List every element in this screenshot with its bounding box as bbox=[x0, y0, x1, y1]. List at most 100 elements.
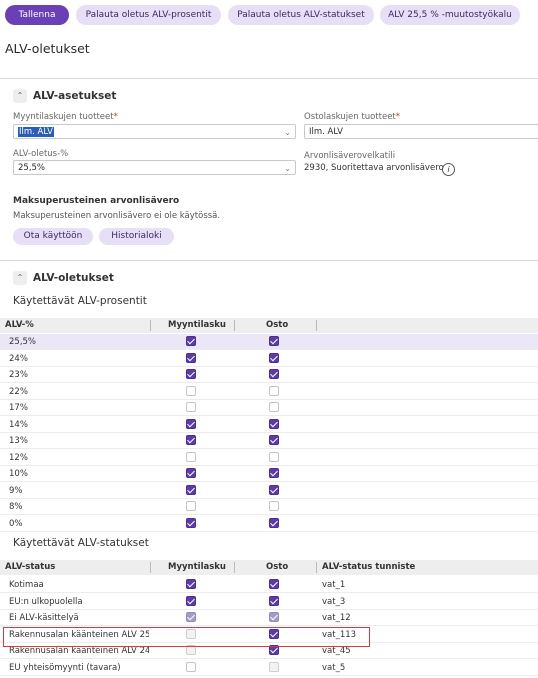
sales-invoice-checkbox[interactable] bbox=[186, 385, 196, 396]
purchase-checkbox[interactable] bbox=[269, 369, 279, 379]
vat-rate-cell: 12% bbox=[9, 452, 28, 463]
save-button[interactable]: Tallenna bbox=[5, 5, 69, 25]
purchase-products-select[interactable]: Ilm. ALV bbox=[304, 124, 538, 139]
table-row[interactable]: 0% bbox=[0, 516, 538, 532]
purchase-checkbox[interactable] bbox=[269, 579, 279, 589]
payment-basis-title: Maksuperusteinen arvonlisävero bbox=[13, 196, 180, 206]
purchase-checkbox[interactable] bbox=[269, 501, 279, 511]
vat-status-id-cell: vat_45 bbox=[322, 646, 351, 656]
vat-rate-cell: 23% bbox=[9, 370, 28, 380]
column-header[interactable]: Osto bbox=[266, 318, 288, 333]
alv-settings-title: ALV-asetukset bbox=[33, 90, 117, 102]
default-vat-value: 25,5% bbox=[18, 163, 46, 173]
vat-status-name-cell: Kotimaa bbox=[9, 580, 44, 590]
column-separator bbox=[150, 562, 151, 573]
purchase-checkbox[interactable] bbox=[269, 628, 279, 639]
table-row[interactable]: EU:n ulkopuolella vat_3 bbox=[0, 594, 538, 610]
table-row[interactable]: 9% bbox=[0, 483, 538, 499]
vat-status-name-cell: EU yhteisömyynti (tavara) bbox=[9, 662, 121, 673]
table-row[interactable]: Ei ALV-käsittelyä vat_12 bbox=[0, 610, 538, 626]
default-vat-select[interactable]: 25,5% ⌄ bbox=[13, 160, 296, 175]
vat-statuses-title: Käytettävät ALV-statukset bbox=[13, 537, 149, 549]
purchase-checkbox[interactable] bbox=[269, 435, 279, 445]
history-log-button[interactable]: Historialoki bbox=[99, 228, 174, 245]
vat-rate-cell: 8% bbox=[9, 502, 23, 512]
vat-rate-cell: 9% bbox=[9, 485, 23, 496]
chevron-up-icon[interactable]: ⌃ bbox=[13, 89, 27, 103]
sales-invoice-checkbox[interactable] bbox=[186, 484, 196, 495]
sales-invoice-checkbox[interactable] bbox=[186, 352, 196, 363]
vat-status-id-cell: vat_1 bbox=[322, 580, 346, 590]
table-row[interactable]: 8% bbox=[0, 499, 538, 515]
purchase-checkbox[interactable] bbox=[269, 595, 279, 606]
sales-invoice-checkbox[interactable] bbox=[186, 402, 196, 412]
vat-rates-title: Käytettävät ALV-prosentit bbox=[13, 295, 147, 307]
table-row[interactable]: 17% bbox=[0, 400, 538, 416]
column-header[interactable]: ALV-status tunniste bbox=[322, 560, 415, 575]
table-row[interactable]: 12% bbox=[0, 450, 538, 466]
sales-invoice-checkbox[interactable] bbox=[186, 336, 196, 346]
table-row[interactable]: Kotimaa vat_1 bbox=[0, 577, 538, 593]
vat-change-tool-button[interactable]: ALV 25,5 % -muutostyökalu bbox=[380, 5, 520, 25]
alv-settings-header[interactable]: ⌃ ALV-asetukset bbox=[13, 88, 116, 104]
table-row[interactable]: EU yhteisömyynti (tavara) vat_5 bbox=[0, 660, 538, 676]
divider bbox=[0, 260, 538, 261]
purchase-checkbox[interactable] bbox=[269, 484, 279, 495]
vat-rates-table-header: ALV-% Myyntilasku Osto bbox=[0, 318, 538, 333]
sales-products-value: Ilm. ALV bbox=[18, 127, 54, 137]
enable-button[interactable]: Ota käyttöön bbox=[13, 228, 93, 245]
chevron-up-icon[interactable]: ⌃ bbox=[13, 271, 27, 285]
table-row[interactable]: 14% bbox=[0, 417, 538, 433]
sales-invoice-checkbox bbox=[186, 612, 196, 622]
reset-default-vat-statuses-button[interactable]: Palauta oletus ALV-statukset bbox=[228, 5, 374, 25]
sales-invoice-checkbox[interactable] bbox=[186, 501, 196, 511]
reset-default-vat-rates-button[interactable]: Palauta oletus ALV-prosentit bbox=[76, 5, 221, 25]
sales-invoice-checkbox[interactable] bbox=[186, 418, 196, 429]
sales-products-select[interactable]: Ilm. ALV ⌄ bbox=[13, 124, 296, 139]
column-header[interactable]: Myyntilasku bbox=[168, 318, 226, 333]
table-row[interactable]: Rakennusalan käänteinen ALV 24 % vat_45 bbox=[0, 643, 538, 659]
vat-status-id-cell: vat_12 bbox=[322, 613, 351, 623]
table-row[interactable]: 22% bbox=[0, 384, 538, 400]
table-row[interactable]: 23% bbox=[0, 367, 538, 383]
column-header[interactable]: Osto bbox=[266, 560, 288, 575]
sales-invoice-checkbox[interactable] bbox=[186, 579, 196, 589]
table-row[interactable]: 25,5% bbox=[0, 334, 538, 350]
alv-defaults-header[interactable]: ⌃ ALV-oletukset bbox=[13, 270, 114, 286]
column-header[interactable]: ALV-% bbox=[5, 318, 34, 333]
purchase-checkbox[interactable] bbox=[269, 517, 279, 528]
sales-invoice-checkbox[interactable] bbox=[186, 451, 196, 462]
default-vat-label: ALV-oletus-% bbox=[13, 149, 69, 159]
alv-defaults-title: ALV-oletukset bbox=[33, 272, 114, 284]
vat-status-id-cell: vat_113 bbox=[322, 629, 357, 640]
chevron-down-icon: ⌄ bbox=[284, 128, 291, 137]
purchase-products-value: Ilm. ALV bbox=[309, 127, 343, 137]
purchase-checkbox[interactable] bbox=[269, 385, 279, 396]
sales-invoice-checkbox[interactable] bbox=[186, 595, 196, 606]
column-header[interactable]: Myyntilasku bbox=[168, 560, 226, 575]
table-row[interactable]: Rakennusalan käänteinen ALV 25,5 vat_113 bbox=[0, 627, 538, 643]
purchase-checkbox[interactable] bbox=[269, 402, 279, 412]
purchase-checkbox[interactable] bbox=[269, 451, 279, 462]
info-icon[interactable]: i bbox=[442, 163, 455, 176]
sales-invoice-checkbox[interactable] bbox=[186, 435, 196, 445]
divider bbox=[0, 78, 538, 79]
sales-invoice-checkbox[interactable] bbox=[186, 517, 196, 528]
purchase-checkbox[interactable] bbox=[269, 645, 279, 655]
column-separator bbox=[316, 320, 317, 331]
vat-liability-account-value: 2930, Suoritettava arvonlisävero bbox=[304, 163, 444, 173]
sales-invoice-checkbox[interactable] bbox=[186, 468, 196, 478]
sales-invoice-checkbox[interactable] bbox=[186, 661, 196, 672]
sales-invoice-checkbox[interactable] bbox=[186, 369, 196, 379]
table-row[interactable]: 13% bbox=[0, 433, 538, 449]
table-row[interactable]: 24% bbox=[0, 351, 538, 367]
payment-basis-status: Maksuperusteinen arvonlisävero ei ole kä… bbox=[13, 211, 221, 221]
table-row[interactable]: 10% bbox=[0, 466, 538, 482]
page-title: ALV-oletukset bbox=[5, 41, 90, 56]
purchase-checkbox[interactable] bbox=[269, 468, 279, 478]
purchase-checkbox bbox=[269, 612, 279, 622]
column-header[interactable]: ALV-status bbox=[5, 560, 55, 575]
purchase-checkbox[interactable] bbox=[269, 336, 279, 346]
purchase-checkbox[interactable] bbox=[269, 418, 279, 429]
purchase-checkbox[interactable] bbox=[269, 352, 279, 363]
